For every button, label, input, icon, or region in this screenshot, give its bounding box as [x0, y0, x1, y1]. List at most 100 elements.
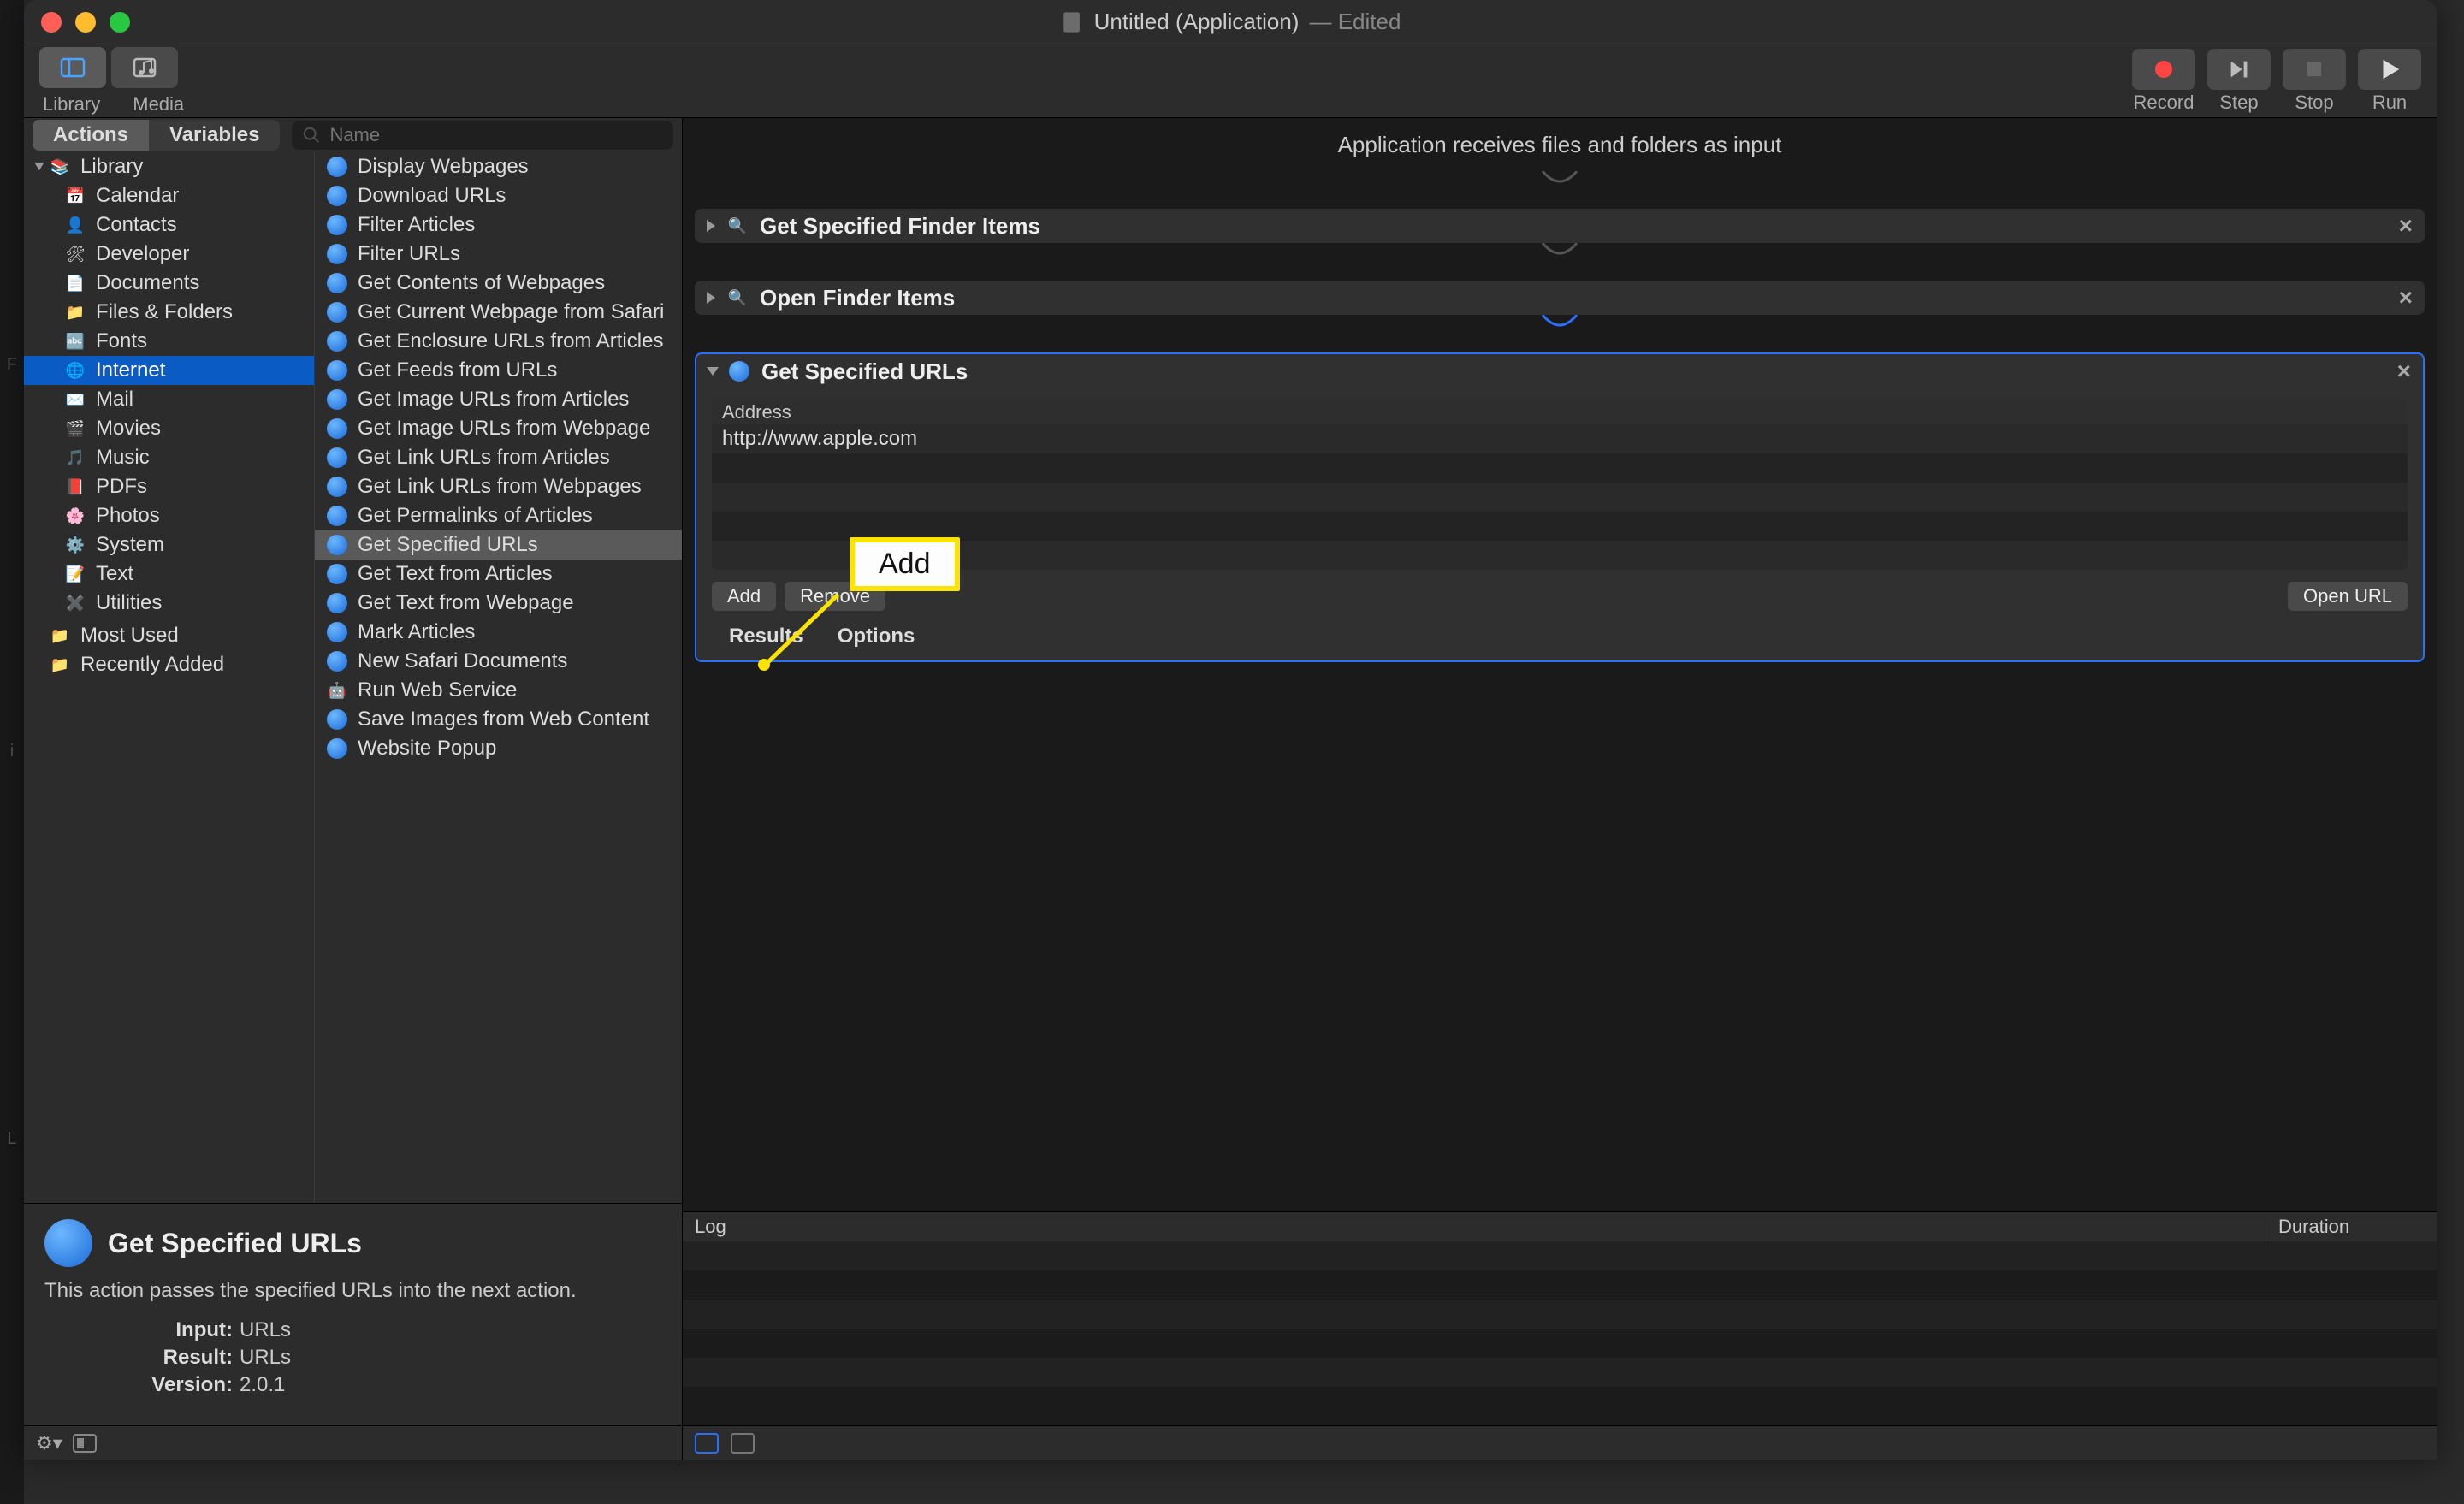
library-category-documents[interactable]: 📄Documents: [24, 269, 314, 298]
library-category-internet[interactable]: 🌐Internet: [24, 356, 314, 385]
log-column-header[interactable]: Log: [683, 1212, 2266, 1241]
finder-icon: 🔍: [727, 287, 748, 308]
action-get-enclosure-urls-from-articles[interactable]: Get Enclosure URLs from Articles: [315, 327, 682, 356]
library-category-fonts[interactable]: 🔤Fonts: [24, 327, 314, 356]
action-new-safari-documents[interactable]: New Safari Documents: [315, 647, 682, 676]
action-get-text-from-articles[interactable]: Get Text from Articles: [315, 560, 682, 589]
url-row[interactable]: [712, 541, 2408, 570]
action-title: Get Specified URLs: [761, 358, 968, 385]
most-used-folder[interactable]: 📁 Most Used: [24, 621, 314, 650]
remove-action-button[interactable]: ×: [2397, 358, 2411, 385]
add-button[interactable]: Add: [712, 582, 776, 611]
library-root[interactable]: 📚 Library: [24, 152, 314, 181]
disclosure-icon[interactable]: [707, 367, 719, 376]
library-category-text[interactable]: 📝Text: [24, 560, 314, 589]
workflow-action-finder-items[interactable]: 🔍 Get Specified Finder Items ×: [695, 209, 2425, 243]
media-toggle-button[interactable]: [111, 47, 178, 88]
open-url-button[interactable]: Open URL: [2288, 582, 2408, 611]
remove-action-button[interactable]: ×: [2399, 212, 2413, 240]
run-button[interactable]: [2358, 49, 2421, 90]
zoom-window-button[interactable]: [110, 12, 130, 33]
action-get-image-urls-from-articles[interactable]: Get Image URLs from Articles: [315, 385, 682, 414]
library-category-music[interactable]: 🎵Music: [24, 443, 314, 472]
variables-tab[interactable]: Variables: [149, 120, 280, 151]
log-view-toggle-1[interactable]: [695, 1433, 719, 1454]
minimize-window-button[interactable]: [75, 12, 96, 33]
action-save-images-from-web-content[interactable]: Save Images from Web Content: [315, 705, 682, 734]
safari-icon: [327, 157, 347, 177]
action-run-web-service[interactable]: 🤖Run Web Service: [315, 676, 682, 705]
category-icon: 🎬: [65, 418, 86, 439]
action-filter-urls[interactable]: Filter URLs: [315, 240, 682, 269]
disclosure-icon[interactable]: [707, 220, 715, 232]
url-row[interactable]: [712, 453, 2408, 483]
url-row[interactable]: [712, 483, 2408, 512]
library-category-utilities[interactable]: ✖️Utilities: [24, 589, 314, 618]
stop-button[interactable]: [2283, 49, 2346, 90]
automator-icon: 🤖: [327, 680, 347, 701]
url-table-header[interactable]: Address: [712, 400, 2408, 424]
action-info-panel: Get Specified URLs This action passes th…: [24, 1203, 682, 1425]
remove-action-button[interactable]: ×: [2399, 284, 2413, 311]
info-version-value: 2.0.1: [240, 1373, 285, 1397]
toolbar: Library Media Record Step Stop: [24, 44, 2437, 118]
search-input[interactable]: [329, 124, 663, 146]
action-get-specified-urls[interactable]: Get Specified URLs: [315, 530, 682, 560]
media-label: Media: [133, 93, 184, 115]
edited-indicator: — Edited: [1309, 9, 1401, 35]
actions-tab[interactable]: Actions: [33, 120, 149, 151]
library-category-pdfs[interactable]: 📕PDFs: [24, 472, 314, 501]
url-row[interactable]: [712, 512, 2408, 541]
action-get-link-urls-from-articles[interactable]: Get Link URLs from Articles: [315, 443, 682, 472]
action-get-image-urls-from-webpage[interactable]: Get Image URLs from Webpage: [315, 414, 682, 443]
action-display-webpages[interactable]: Display Webpages: [315, 152, 682, 181]
action-mark-articles[interactable]: Mark Articles: [315, 618, 682, 647]
recently-added-folder[interactable]: 📁 Recently Added: [24, 650, 314, 679]
info-input-key: Input:: [130, 1318, 233, 1342]
gear-menu[interactable]: ⚙︎▾: [36, 1432, 62, 1454]
duration-column-header[interactable]: Duration: [2266, 1212, 2437, 1241]
category-icon: 📕: [65, 477, 86, 497]
safari-icon: [327, 331, 347, 352]
safari-icon: [327, 651, 347, 672]
action-filter-articles[interactable]: Filter Articles: [315, 210, 682, 240]
workflow-action-get-urls[interactable]: Get Specified URLs × Address http://www.…: [695, 352, 2425, 662]
sidebar-icon: [59, 54, 86, 81]
info-result-key: Result:: [130, 1346, 233, 1370]
library-label: Library: [43, 93, 100, 115]
library-category-mail[interactable]: ✉️Mail: [24, 385, 314, 414]
library-category-calendar[interactable]: 📅Calendar: [24, 181, 314, 210]
safari-icon: [327, 418, 347, 439]
close-window-button[interactable]: [41, 12, 62, 33]
step-button[interactable]: [2207, 49, 2271, 90]
library-category-files-folders[interactable]: 📁Files & Folders: [24, 298, 314, 327]
bg-char: F: [7, 355, 17, 375]
workflow-input-bar[interactable]: Application receives files and folders a…: [683, 118, 2437, 171]
library-category-photos[interactable]: 🌸Photos: [24, 501, 314, 530]
workflow-action-open-finder[interactable]: 🔍 Open Finder Items ×: [695, 281, 2425, 315]
action-get-current-webpage-from-safari[interactable]: Get Current Webpage from Safari: [315, 298, 682, 327]
info-title: Get Specified URLs: [108, 1228, 362, 1259]
disclosure-icon[interactable]: [707, 292, 715, 304]
library-category-movies[interactable]: 🎬Movies: [24, 414, 314, 443]
options-tab[interactable]: Options: [838, 625, 915, 648]
action-get-contents-of-webpages[interactable]: Get Contents of Webpages: [315, 269, 682, 298]
action-get-feeds-from-urls[interactable]: Get Feeds from URLs: [315, 356, 682, 385]
browse-mode-toggle[interactable]: [73, 1434, 97, 1453]
record-button[interactable]: [2132, 49, 2195, 90]
library-icon: 📚: [50, 157, 70, 177]
action-get-text-from-webpage[interactable]: Get Text from Webpage: [315, 589, 682, 618]
action-website-popup[interactable]: Website Popup: [315, 734, 682, 763]
action-download-urls[interactable]: Download URLs: [315, 181, 682, 210]
url-row[interactable]: http://www.apple.com: [712, 424, 2408, 453]
search-field[interactable]: [292, 121, 673, 150]
log-view-toggle-2[interactable]: [731, 1433, 755, 1454]
library-category-system[interactable]: ⚙️System: [24, 530, 314, 560]
library-category-developer[interactable]: 🛠Developer: [24, 240, 314, 269]
library-category-contacts[interactable]: 👤Contacts: [24, 210, 314, 240]
library-toggle-button[interactable]: [39, 47, 106, 88]
media-icon: [131, 54, 158, 81]
action-get-permalinks-of-articles[interactable]: Get Permalinks of Articles: [315, 501, 682, 530]
action-get-link-urls-from-webpages[interactable]: Get Link URLs from Webpages: [315, 472, 682, 501]
safari-icon: [327, 360, 347, 381]
